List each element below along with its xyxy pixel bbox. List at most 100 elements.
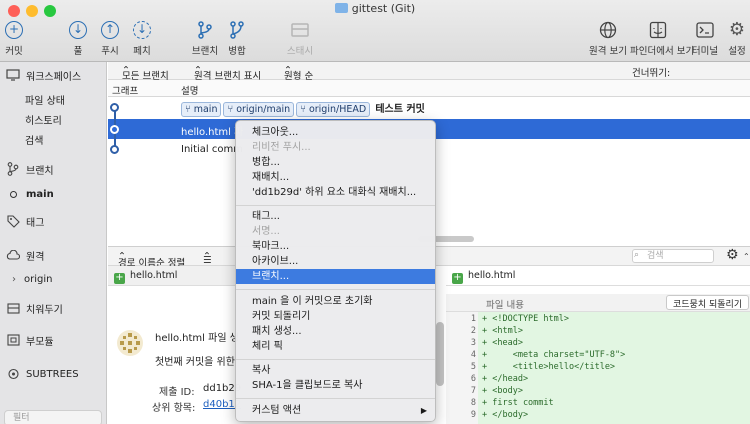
merge-button[interactable]: 병합 (224, 20, 250, 57)
file-list-item[interactable]: + hello.html (108, 266, 238, 286)
diff-line-code: + <html> (482, 326, 523, 336)
commit-row[interactable]: ⑂ main ⑂ origin/main ⑂ origin/HEAD 테스트 커밋 (108, 98, 750, 118)
added-file-icon: + (114, 272, 125, 284)
sidebar-submodules[interactable]: 부모듈 (0, 331, 107, 349)
branch-icon: ⑂ (227, 104, 234, 115)
show-in-finder-button[interactable]: 파인더에서 보기 (630, 20, 694, 57)
diff-line-code: + <meta charset="UTF-8"> (482, 350, 626, 360)
push-button[interactable]: ↑ 푸시 (98, 20, 122, 57)
fetch-button[interactable]: ↓ 페치 (130, 20, 154, 57)
menu-item-tag[interactable]: 태그... (236, 209, 435, 224)
stash-icon (290, 20, 310, 40)
stash-button[interactable]: 스태시 (285, 20, 315, 57)
commit-button[interactable]: + 커밋 (2, 20, 26, 57)
search-icon: ⌕ (634, 250, 640, 260)
settings-button[interactable]: ⚙ 설정 (726, 20, 748, 58)
monitor-icon (6, 68, 20, 82)
menu-item-rebase[interactable]: 재배치... (236, 170, 435, 185)
diff-line-number: 3 (446, 338, 476, 350)
sidebar-tags[interactable]: 태그 (0, 212, 107, 230)
show-remote-button[interactable]: 원격 보기 (588, 20, 628, 57)
diff-line-number: 7 (446, 386, 476, 398)
submodule-icon (6, 333, 20, 347)
submenu-arrow-icon: ▶ (420, 406, 427, 415)
commit-graph-node (110, 103, 119, 112)
diff-line: 5 + <title>hello</title> (446, 362, 750, 374)
gear-icon[interactable]: ⚙ ⌃ (726, 247, 750, 263)
branch-icon (195, 20, 215, 40)
sidebar-filter-input[interactable]: 필터 (4, 410, 102, 424)
menu-item-reset-main[interactable]: main 을 이 커밋으로 초기화 (236, 294, 435, 309)
all-branches-select[interactable]: 모든 브랜치 ⌃ (122, 65, 169, 82)
branch-tag: ⑂ origin/HEAD (296, 102, 371, 117)
commit-message: Initial comm (181, 144, 243, 155)
menu-item-bookmark[interactable]: 북마크... (236, 239, 435, 254)
diff-line: 6 + </head> (446, 374, 750, 386)
merge-icon (227, 20, 247, 40)
commit-message: 테스트 커밋 (375, 104, 425, 115)
menu-item-custom-actions[interactable]: 커스텀 액션 ▶ (236, 403, 435, 418)
sidebar-remotes[interactable]: 원격 (0, 246, 107, 264)
menu-item-merge[interactable]: 병합... (236, 155, 435, 170)
sidebar-item-search[interactable]: 검색 (0, 130, 107, 148)
terminal-icon (695, 20, 715, 40)
sidebar-workspace[interactable]: 워크스페이스 (0, 66, 107, 84)
menu-item-checkout[interactable]: 체크아웃... (236, 125, 435, 140)
pull-button[interactable]: ↓ 풀 (66, 20, 90, 57)
commit-message: hello.html 파 (181, 127, 244, 138)
menu-item-copy[interactable]: 복사 (236, 363, 435, 378)
stash-icon (6, 301, 20, 315)
menu-item-create-patch[interactable]: 패치 생성... (236, 324, 435, 339)
sidebar-item-origin[interactable]: › origin (0, 270, 107, 288)
list-view-select[interactable]: ☰ ⌃ (203, 251, 212, 266)
menu-item-branch[interactable]: 브랜치... (236, 269, 435, 284)
jump-to-label: 건너뛰기: (632, 68, 671, 79)
diff-line-number: 5 (446, 362, 476, 374)
description-column-header[interactable]: 설명 (181, 83, 198, 97)
graph-column-header[interactable]: 그래프 (112, 83, 138, 97)
menu-separator (236, 289, 435, 290)
current-branch-dot-icon (6, 187, 20, 201)
branch-icon (6, 162, 20, 176)
sidebar-subtrees[interactable]: SUBTREES (0, 365, 107, 383)
sidebar-branches[interactable]: 브랜치 (0, 160, 107, 178)
branch-button[interactable]: 브랜치 (190, 20, 220, 57)
commit-detail-title: hello.html 파일 생 (155, 333, 239, 344)
menu-item-archive[interactable]: 아카이브... (236, 254, 435, 269)
ancestor-order-select[interactable]: 원형 순 ⌃ (284, 65, 313, 82)
commit-id-label: 제출 ID: (159, 387, 195, 398)
diff-line: 7 + <body> (446, 386, 750, 398)
sidebar-item-file-status[interactable]: 파일 상태 (0, 90, 107, 108)
sidebar-stashes[interactable]: 치워두기 (0, 299, 107, 317)
menu-item-cherry-pick[interactable]: 체리 픽 (236, 339, 435, 354)
menu-item-interactive-rebase[interactable]: 'dd1b29d' 하위 요소 대화식 재배치... (236, 185, 435, 200)
sidebar-item-main-branch[interactable]: main (0, 185, 107, 203)
sidebar-item-history[interactable]: 히스토리 (0, 110, 107, 128)
commit-list-header: 그래프 설명 (108, 80, 750, 97)
commit-detail-body: 첫번째 커밋을 위한 (155, 357, 235, 368)
avatar (117, 330, 143, 356)
file-search-input[interactable]: 검색 (632, 249, 714, 263)
sort-select[interactable]: 경로 이름순 정렬 ⌃ (118, 251, 185, 269)
vertical-scrollbar[interactable] (436, 322, 444, 386)
revert-hunk-button[interactable]: 코드뭉치 되돌리기 (666, 295, 750, 310)
list-icon: ☰ (203, 255, 212, 266)
diff-line: 9 + </body> (446, 410, 750, 422)
menu-item-revert-commit[interactable]: 커밋 되돌리기 (236, 309, 435, 324)
arrow-down-circle-icon: ↓ (68, 20, 88, 40)
show-remote-branches-select[interactable]: 원격 브랜치 표시 ⌃ (194, 65, 261, 82)
tag-icon (6, 214, 20, 228)
diff-line-number: 6 (446, 374, 476, 386)
plus-circle-icon: + (4, 20, 24, 40)
menu-item-push-revision: 리비전 푸시... (252, 142, 311, 153)
diff-line-number: 8 (446, 398, 476, 410)
diff-line-code: + <!DOCTYPE html> (482, 314, 569, 324)
terminal-button[interactable]: 터미널 (690, 20, 720, 57)
menu-separator (236, 205, 435, 206)
menu-item-sign: 서명... (252, 226, 280, 237)
menu-item-copy-sha[interactable]: SHA-1을 클립보드로 복사 (236, 378, 435, 393)
commit-graph-node (110, 125, 119, 134)
added-file-icon: + (452, 272, 463, 284)
history-filter-bar: 모든 브랜치 ⌃ 원격 브랜치 표시 ⌃ 원형 순 ⌃ 건너뛰기: (108, 62, 750, 82)
diff-line-code: + <head> (482, 338, 523, 348)
